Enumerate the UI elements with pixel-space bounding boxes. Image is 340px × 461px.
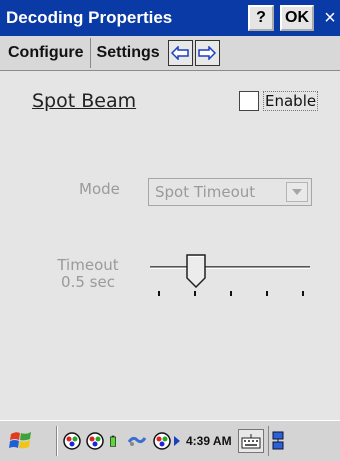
slider-tick	[230, 291, 232, 296]
enable-label[interactable]: Enable	[263, 91, 319, 111]
slider-thumb[interactable]	[186, 254, 206, 288]
chevron-down-icon	[292, 189, 302, 195]
help-button[interactable]: ?	[248, 5, 274, 31]
timeout-label: Timeout 0.5 sec	[52, 257, 124, 291]
taskbar: 4:39 AM	[0, 420, 340, 461]
mode-selected-value: Spot Timeout	[155, 183, 256, 201]
tab-configure[interactable]: Configure	[0, 38, 91, 68]
scroll-right-button[interactable]	[194, 40, 220, 66]
left-arrow-icon	[171, 46, 189, 60]
tab-bar: Configure Settings	[0, 36, 340, 71]
slider-tick	[158, 291, 160, 296]
window-title: Decoding Properties	[6, 8, 173, 27]
tray-expand-icon[interactable]	[174, 436, 180, 446]
connectivity-icon[interactable]	[126, 432, 148, 450]
slider-tick	[266, 291, 268, 296]
mode-select[interactable]: Spot Timeout	[148, 178, 312, 206]
dropdown-button[interactable]	[286, 182, 308, 202]
keyboard-icon	[241, 434, 261, 449]
enable-checkbox-group[interactable]: Enable	[239, 91, 319, 111]
title-bar: Decoding Properties ? OK ×	[0, 0, 340, 36]
slider-tick	[194, 291, 196, 296]
close-button[interactable]: ×	[320, 5, 340, 31]
ok-button[interactable]: OK	[280, 5, 314, 31]
enable-checkbox[interactable]	[239, 91, 259, 111]
taskbar-divider	[267, 426, 269, 456]
mode-label: Mode	[79, 180, 120, 198]
taskbar-divider	[56, 426, 58, 456]
slider-tick	[302, 291, 304, 296]
clock[interactable]: 4:39 AM	[186, 434, 232, 448]
battery-icon[interactable]	[109, 432, 121, 450]
timeout-title: Timeout	[57, 256, 119, 274]
tab-settings[interactable]: Settings	[91, 38, 166, 68]
keyboard-button[interactable]	[237, 429, 264, 453]
slider-track[interactable]	[150, 266, 310, 269]
start-icon[interactable]	[8, 428, 34, 454]
scroll-left-button[interactable]	[167, 40, 193, 66]
network-icon[interactable]	[272, 430, 284, 452]
timeout-value: 0.5 sec	[61, 273, 115, 291]
tray-app-icon[interactable]	[63, 432, 81, 450]
section-title: Spot Beam	[32, 90, 137, 112]
right-arrow-icon	[198, 46, 217, 60]
tray-app-icon[interactable]	[86, 432, 104, 450]
tray-app-icon[interactable]	[153, 432, 171, 450]
